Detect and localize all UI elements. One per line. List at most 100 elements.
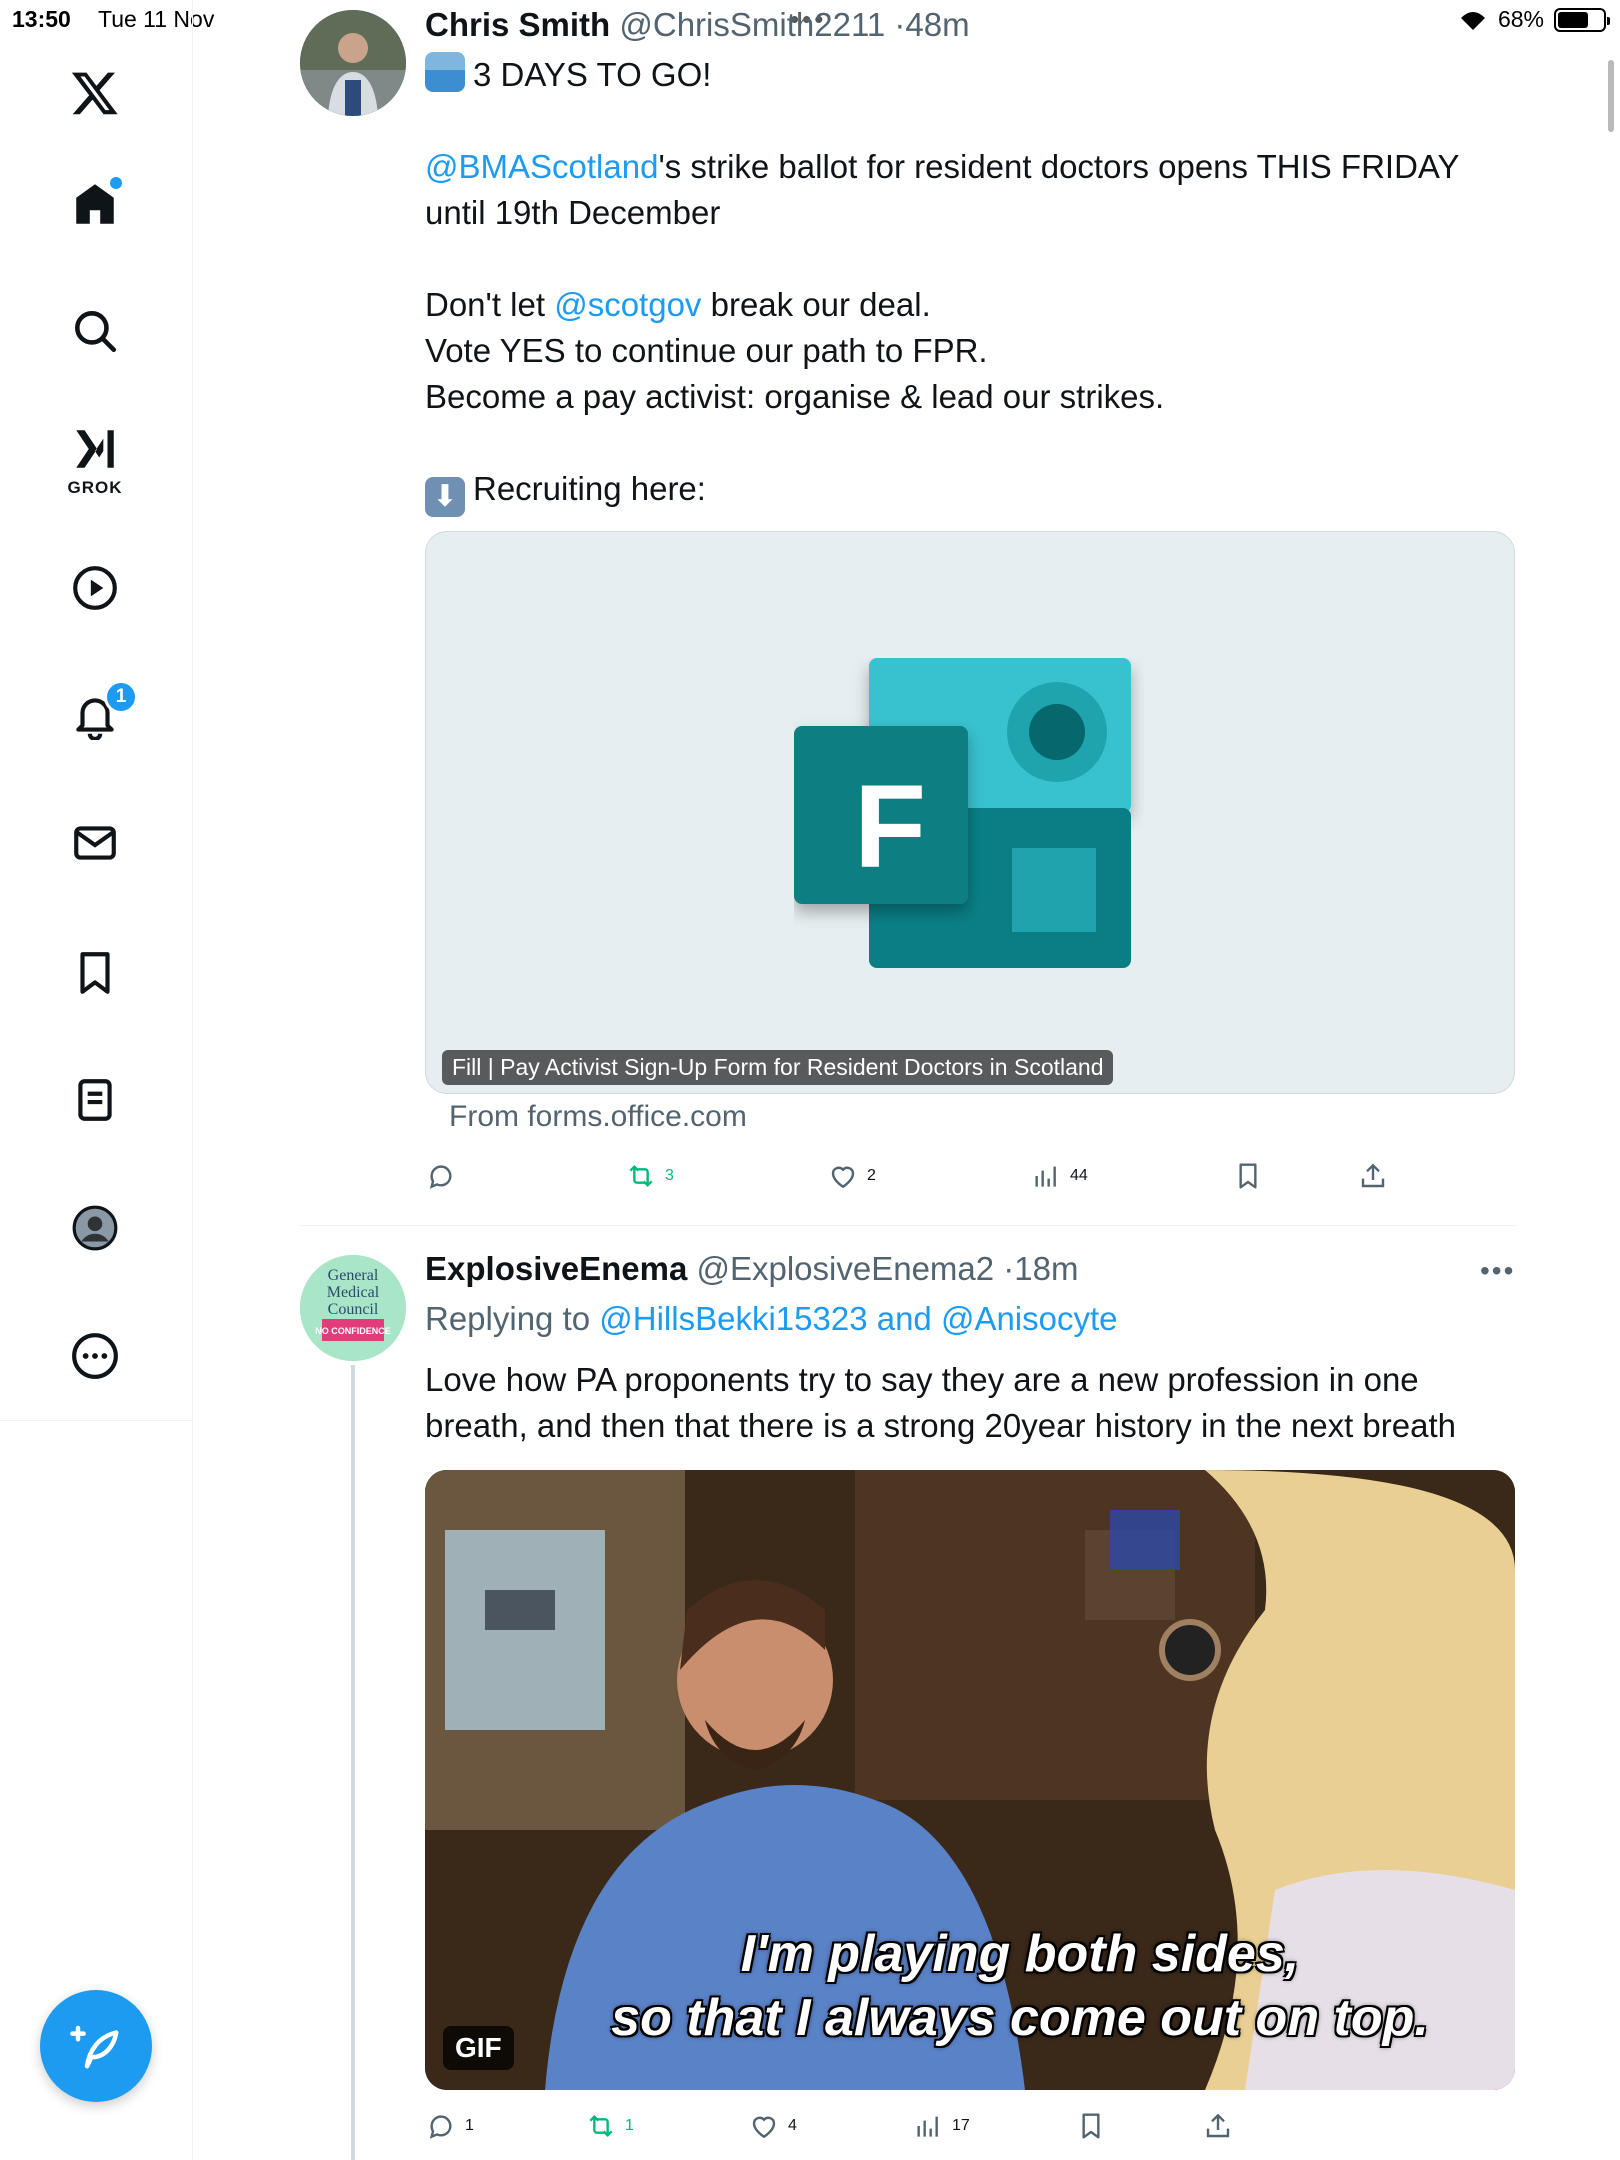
mention-link[interactable]: @BMAScotland xyxy=(425,148,658,185)
mention-link[interactable]: @scotgov xyxy=(554,286,701,323)
sidebar-item-video[interactable] xyxy=(66,559,124,617)
forms-logo-icon xyxy=(794,658,1131,968)
subtitle-line: so that I always come out on top. xyxy=(611,1989,1429,2047)
like-button[interactable]: 2 xyxy=(827,1160,876,1192)
avatar-text: Medical xyxy=(327,1284,380,1301)
reply-icon xyxy=(429,1165,452,1189)
tweet-line: break our deal. xyxy=(701,286,931,323)
notification-badge: 1 xyxy=(104,680,138,714)
sidebar-divider xyxy=(0,1420,193,1421)
play-icon xyxy=(73,566,117,610)
gif-subtitle: I'm playing both sides, so that I always… xyxy=(545,1922,1495,2050)
like-count: 4 xyxy=(788,2117,797,2134)
heart-icon xyxy=(831,1166,855,1189)
avatar-text: General xyxy=(328,1267,379,1284)
tweet-text: Love how PA proponents try to say they a… xyxy=(425,1357,1525,1449)
like-button[interactable]: 4 xyxy=(748,2110,797,2142)
tweet-line: Vote YES to continue our path to FPR. xyxy=(425,332,988,369)
more-icon xyxy=(72,1333,118,1379)
bookmark-button[interactable] xyxy=(1075,2110,1107,2142)
retweet-count: 3 xyxy=(665,1167,674,1184)
avatar[interactable]: General Medical Council NO CONFIDENCE xyxy=(300,1255,406,1361)
bookmark-icon xyxy=(1239,1163,1257,1189)
views-icon xyxy=(1035,1166,1056,1187)
reply-button[interactable]: 1 xyxy=(425,2110,474,2142)
tweet-time[interactable]: 48m xyxy=(905,6,969,43)
sidebar-item-messages[interactable] xyxy=(66,814,124,872)
view-count: 44 xyxy=(1070,1167,1088,1184)
card-caption: Fill | Pay Activist Sign-Up Form for Res… xyxy=(442,1050,1114,1085)
author-name[interactable]: Chris Smith xyxy=(425,6,610,43)
bookmark-icon xyxy=(1082,2113,1100,2139)
avatar-text: Council xyxy=(328,1301,379,1318)
replying-to: Replying to @HillsBekki15323 and @Anisoc… xyxy=(425,1300,1118,1338)
bookmark-icon xyxy=(80,952,110,994)
search-icon xyxy=(75,311,117,353)
status-indicators: 68% xyxy=(1458,6,1610,33)
tweet-line: Don't let xyxy=(425,286,555,323)
views-icon xyxy=(917,2116,938,2137)
like-count: 2 xyxy=(867,1167,876,1184)
tweet-header: ExplosiveEnema @ExplosiveEnema2 ·18m xyxy=(425,1250,1079,1288)
view-count: 17 xyxy=(952,2117,970,2134)
retweet-icon xyxy=(589,2114,613,2138)
bookmark-button[interactable] xyxy=(1232,1160,1264,1192)
retweet-icon xyxy=(629,1164,653,1188)
sidebar-item-profile[interactable] xyxy=(66,1199,124,1257)
tweet-line: Recruiting here: xyxy=(473,470,706,507)
more-options-button[interactable]: ••• xyxy=(1480,1255,1515,1287)
gif-badge: GIF xyxy=(443,2026,514,2070)
forms-logo-letter: F xyxy=(854,761,927,893)
link-card[interactable]: F Fill | Pay Activist Sign-Up Form for R… xyxy=(425,531,1515,1094)
share-icon xyxy=(1361,1163,1385,1188)
reply-button[interactable] xyxy=(425,1160,465,1192)
sidebar-item-home[interactable] xyxy=(66,175,124,233)
list-icon xyxy=(78,1079,112,1121)
tweet-time[interactable]: 18m xyxy=(1014,1250,1078,1287)
compose-icon xyxy=(70,2025,119,2069)
tweet-header: Chris Smith @ChrisSmith2211 ·48m xyxy=(425,6,970,44)
author-handle[interactable]: @ChrisSmith2211 xyxy=(619,6,885,43)
reply-icon xyxy=(429,2115,452,2139)
gif-media[interactable]: I'm playing both sides, so that I always… xyxy=(425,1470,1515,2090)
avatar[interactable] xyxy=(300,10,406,116)
time-separator: · xyxy=(894,6,906,43)
tweet-line: breath, and then that there is a strong … xyxy=(425,1407,1456,1444)
mail-icon xyxy=(74,826,116,860)
tweet-line: 3 DAYS TO GO! xyxy=(473,56,712,93)
ballot-box-icon xyxy=(425,52,465,92)
retweet-button[interactable]: 3 xyxy=(625,1160,674,1192)
sidebar-nav: GROK 1 xyxy=(0,0,193,2160)
home-new-dot xyxy=(110,177,122,189)
tweet-separator xyxy=(300,1225,1516,1226)
card-source[interactable]: From forms.office.com xyxy=(449,1100,747,1134)
subtitle-line: I'm playing both sides, xyxy=(740,1925,1300,1983)
down-arrow-icon: ⬇ xyxy=(425,477,465,517)
author-handle[interactable]: @ExplosiveEnema2 xyxy=(696,1250,994,1287)
views-button[interactable]: 17 xyxy=(912,2110,970,2142)
tweet-line: 's strike ballot for resident doctors op… xyxy=(658,148,1460,185)
author-name[interactable]: ExplosiveEnema xyxy=(425,1250,687,1287)
scrollbar[interactable] xyxy=(1608,60,1614,132)
sidebar-item-grok[interactable]: GROK xyxy=(66,420,124,497)
retweet-button[interactable]: 1 xyxy=(585,2110,634,2142)
replying-to-link[interactable]: @HillsBekki15323 and @Anisocyte xyxy=(599,1300,1117,1337)
grok-icon xyxy=(76,430,114,468)
sidebar-item-lists[interactable] xyxy=(66,1071,124,1129)
sidebar-item-notifications[interactable]: 1 xyxy=(66,680,138,744)
tweet-line: until 19th December xyxy=(425,194,721,231)
share-button[interactable] xyxy=(1202,2110,1234,2142)
x-logo-icon[interactable] xyxy=(66,64,124,122)
sidebar-item-explore[interactable] xyxy=(66,302,124,360)
retweet-count: 1 xyxy=(625,2117,634,2134)
compose-button[interactable] xyxy=(40,1990,152,2102)
heart-icon xyxy=(752,2116,776,2139)
views-button[interactable]: 44 xyxy=(1030,1160,1088,1192)
sidebar-item-bookmarks[interactable] xyxy=(66,944,124,1002)
battery-percent: 68% xyxy=(1497,6,1544,32)
battery-icon xyxy=(1554,7,1610,32)
grok-label: GROK xyxy=(67,478,123,497)
sidebar-item-more[interactable] xyxy=(66,1327,124,1385)
share-button[interactable] xyxy=(1357,1160,1389,1192)
wifi-icon xyxy=(1460,11,1485,30)
